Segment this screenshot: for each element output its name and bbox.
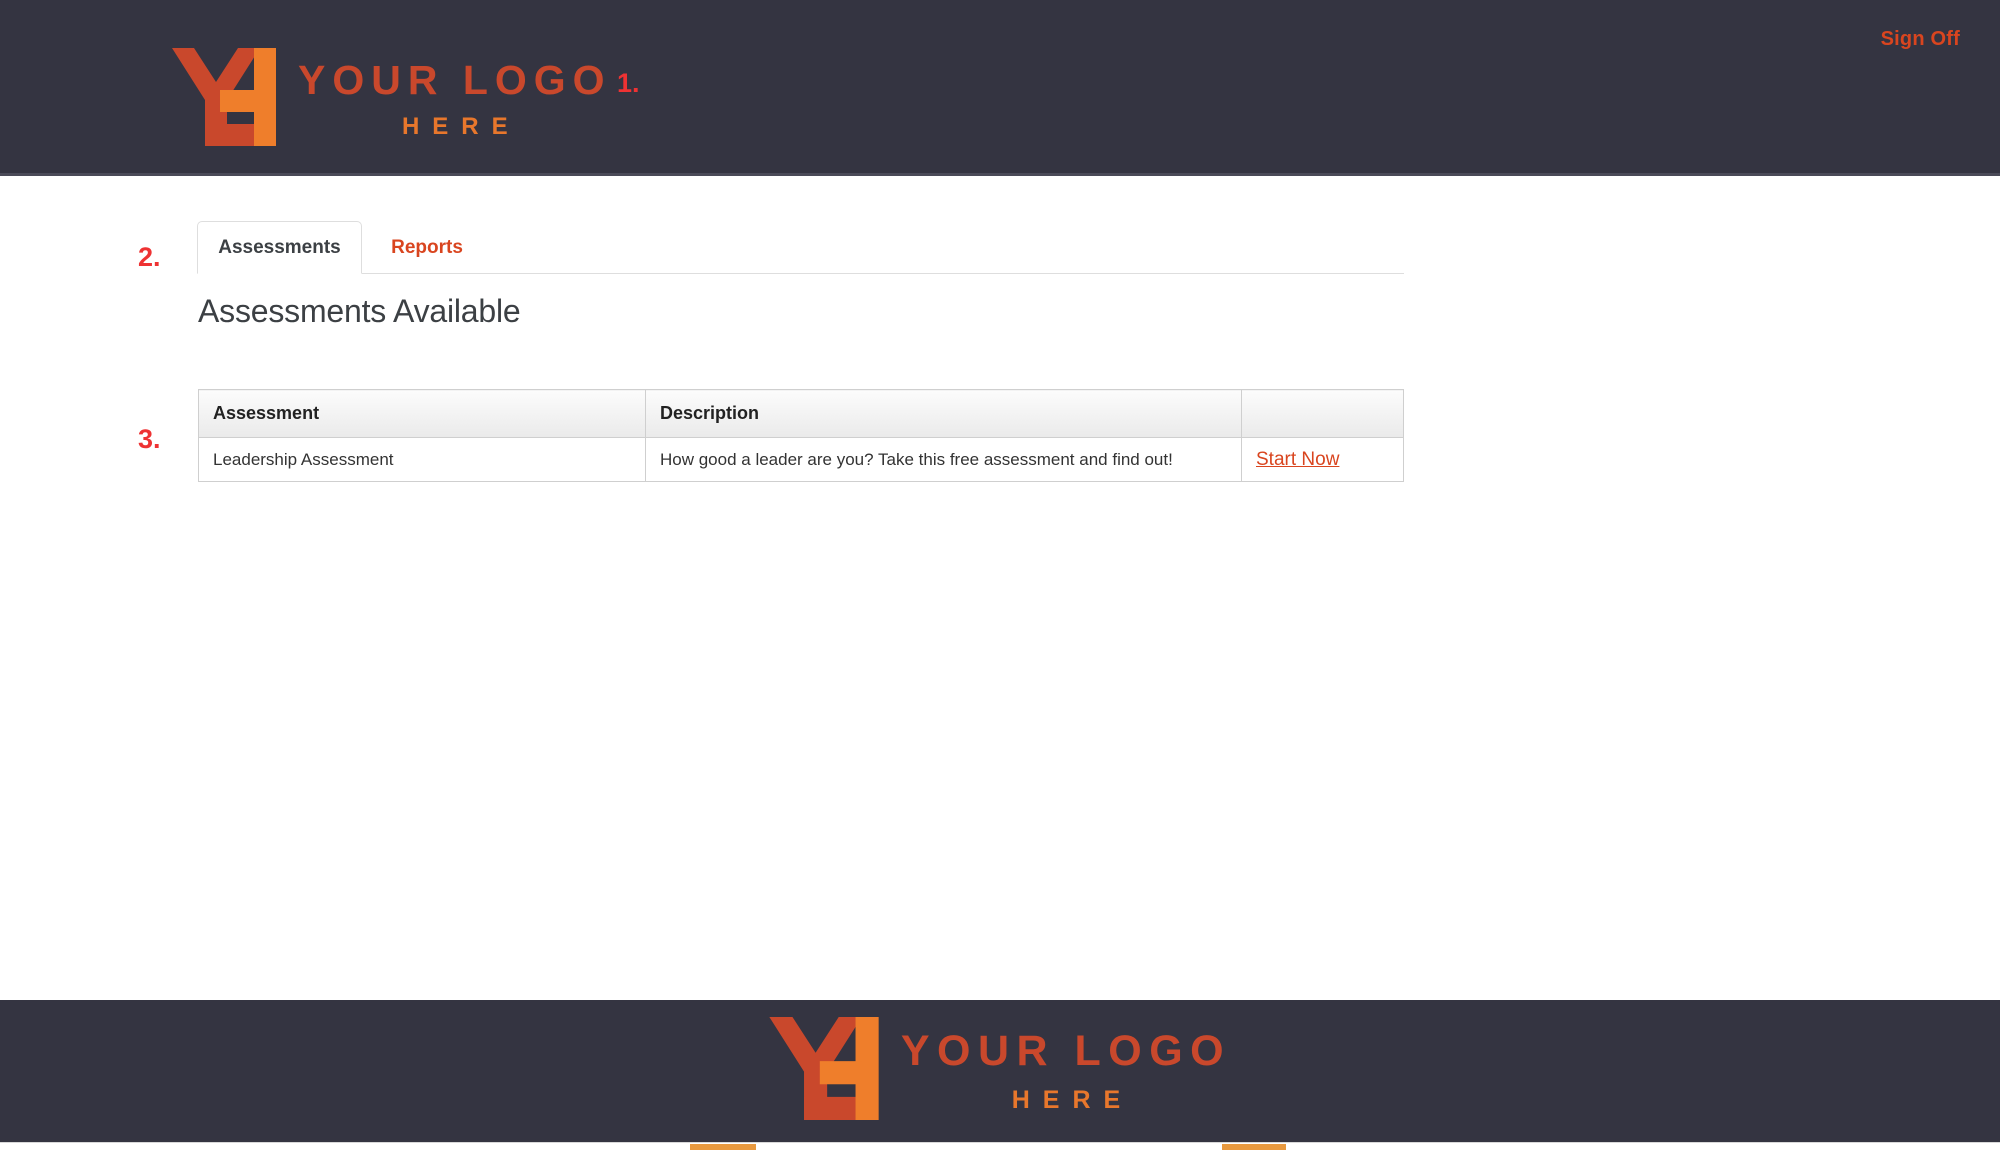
tab-assessments-label: Assessments — [218, 236, 341, 258]
footer-logo-line-1: YOUR LOGO — [900, 1026, 1232, 1075]
main-content: Assessments Reports Assessments Availabl… — [0, 176, 2000, 1000]
cell-action: Start Now — [1241, 437, 1404, 482]
column-header-assessment: Assessment — [198, 389, 646, 438]
annotation-marker-1: 1. — [617, 68, 640, 98]
start-now-link[interactable]: Start Now — [1256, 449, 1339, 470]
site-header: YOUR LOGO HERE Sign Off — [0, 0, 2000, 176]
table-header-row: Assessment Description — [198, 389, 1404, 438]
footer-logo[interactable]: YOUR LOGO HERE — [769, 1017, 1231, 1125]
column-header-action — [1241, 389, 1404, 438]
yh-monogram-logo-icon — [172, 48, 276, 151]
page-root: YOUR LOGO HERE Sign Off 1. Assessments R… — [0, 0, 2000, 1150]
table-head: Assessment Description — [198, 389, 1404, 438]
annotation-marker-2: 2. — [138, 242, 161, 272]
site-footer: YOUR LOGO HERE — [0, 1000, 2000, 1142]
clipped-chip-left[interactable] — [690, 1144, 756, 1150]
column-header-description: Description — [645, 389, 1242, 438]
clipped-bottom-bar — [0, 1142, 2000, 1150]
sign-off-link[interactable]: Sign Off — [1881, 28, 1960, 51]
tab-assessments[interactable]: Assessments — [197, 221, 362, 274]
cell-description: How good a leader are you? Take this fre… — [645, 437, 1242, 482]
cell-assessment-name: Leadership Assessment — [198, 437, 646, 482]
yh-monogram-logo-icon — [769, 1017, 879, 1125]
tab-reports-label: Reports — [391, 236, 463, 258]
page-title: Assessments Available — [198, 293, 521, 329]
footer-logo-wordmark: YOUR LOGO HERE — [900, 1026, 1232, 1114]
logo-line-1: YOUR LOGO — [298, 57, 612, 103]
logo-line-2: HERE — [401, 113, 521, 140]
header-logo[interactable]: YOUR LOGO HERE — [172, 48, 612, 151]
assessments-table: Assessment Description Leadership Assess… — [198, 389, 1404, 482]
logo-wordmark: YOUR LOGO HERE — [298, 60, 612, 139]
table-row: Leadership Assessment How good a leader … — [198, 437, 1404, 482]
footer-logo-line-2: HERE — [1011, 1085, 1134, 1114]
tab-bar: Assessments Reports — [197, 221, 1404, 274]
clipped-chip-right[interactable] — [1222, 1144, 1286, 1150]
tab-reports[interactable]: Reports — [365, 221, 489, 274]
table-body: Leadership Assessment How good a leader … — [198, 437, 1404, 482]
annotation-marker-3: 3. — [138, 424, 161, 454]
